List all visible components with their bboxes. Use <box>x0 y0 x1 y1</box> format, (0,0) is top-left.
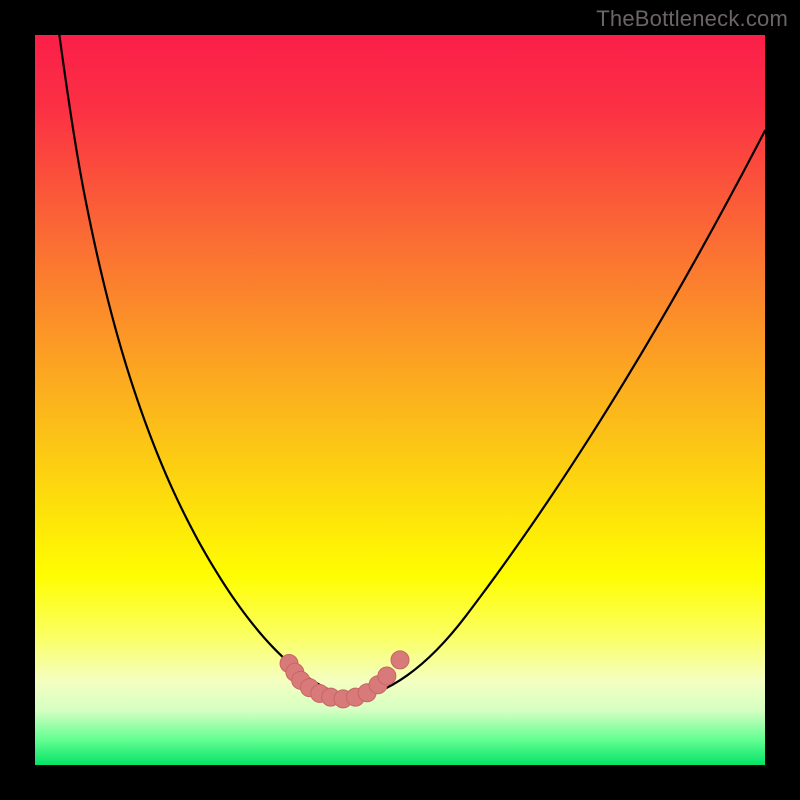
watermark-text: TheBottleneck.com <box>596 6 788 32</box>
plot-area <box>35 35 765 765</box>
curve-markers <box>280 651 409 708</box>
chart-frame: TheBottleneck.com <box>0 0 800 800</box>
bottleneck-curve <box>35 35 765 698</box>
curve-layer <box>35 35 765 765</box>
curve-marker <box>391 651 409 669</box>
curve-marker <box>378 667 396 685</box>
